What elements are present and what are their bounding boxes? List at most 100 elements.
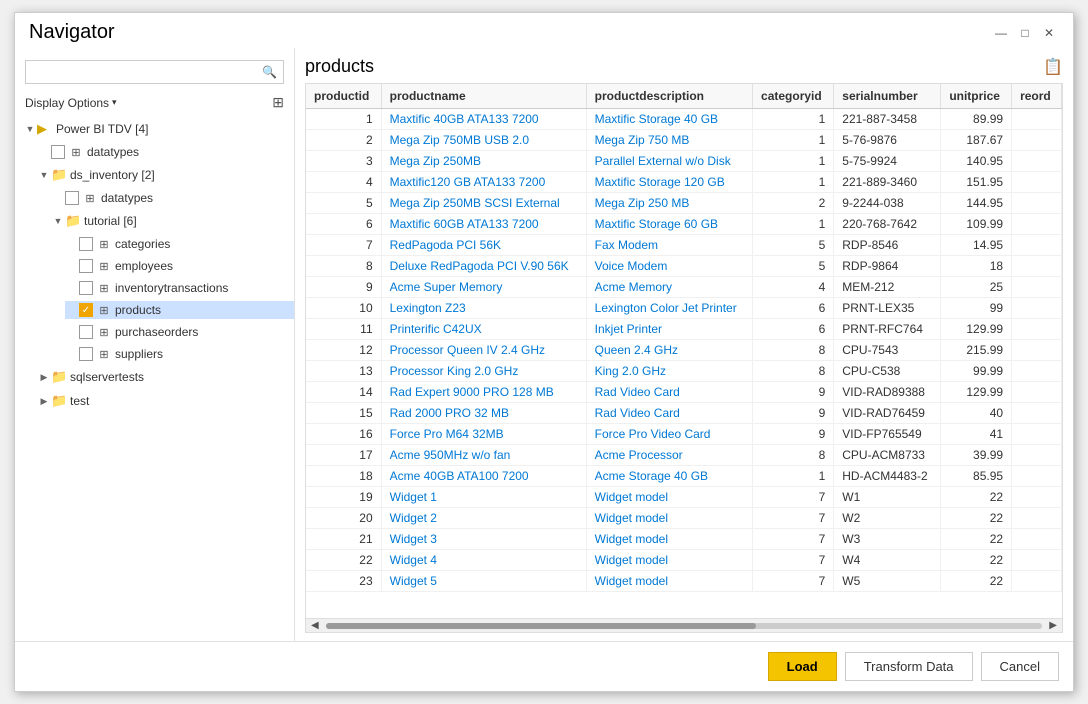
bottom-bar: Load Transform Data Cancel — [15, 641, 1073, 691]
checkbox-datatypes2[interactable] — [65, 191, 79, 205]
cell-16-0: 17 — [306, 445, 381, 466]
table-row: 18Acme 40GB ATA100 7200Acme Storage 40 G… — [306, 466, 1062, 487]
cell-4-6 — [1012, 193, 1062, 214]
horizontal-scrollbar[interactable]: ◀ ▶ — [306, 618, 1062, 632]
cell-2-3: 1 — [753, 151, 834, 172]
cell-12-3: 8 — [753, 361, 834, 382]
folder-icon-ds-inventory: 📁 — [51, 167, 67, 183]
cell-19-0: 20 — [306, 508, 381, 529]
checkbox-suppliers[interactable] — [79, 347, 93, 361]
display-options-button[interactable]: Display Options ▾ — [25, 96, 117, 110]
checkbox-purchaseorders[interactable] — [79, 325, 93, 339]
cell-14-0: 15 — [306, 403, 381, 424]
tree-row-ds-inventory[interactable]: ▼ 📁 ds_inventory [2] — [37, 165, 294, 185]
cell-8-5: 25 — [941, 277, 1012, 298]
col-productid: productid — [306, 84, 381, 109]
minimize-button[interactable]: — — [991, 23, 1011, 43]
cell-0-3: 1 — [753, 109, 834, 130]
table-row: 22Widget 4Widget model7W422 — [306, 550, 1062, 571]
preview-table: productid productname productdescription… — [306, 84, 1062, 592]
tree-row-datatypes1[interactable]: ⊞ datatypes — [37, 143, 294, 161]
cell-3-6 — [1012, 172, 1062, 193]
cell-17-1: Acme 40GB ATA100 7200 — [381, 466, 586, 487]
cell-19-4: W2 — [834, 508, 941, 529]
cell-18-0: 19 — [306, 487, 381, 508]
tree-row-categories[interactable]: ⊞ categories — [65, 235, 294, 253]
tree-row-purchaseorders[interactable]: ⊞ purchaseorders — [65, 323, 294, 341]
table-header-row: productid productname productdescription… — [306, 84, 1062, 109]
transform-data-button[interactable]: Transform Data — [845, 652, 973, 681]
options-bar: Display Options ▾ ⊞ — [15, 92, 294, 117]
tree-item-inventorytransactions: ⊞ inventorytransactions — [15, 277, 294, 299]
cell-1-0: 2 — [306, 130, 381, 151]
search-icon[interactable]: 🔍 — [256, 61, 283, 83]
tree-row-inventorytransactions[interactable]: ⊞ inventorytransactions — [65, 279, 294, 297]
cell-8-4: MEM-212 — [834, 277, 941, 298]
cell-2-5: 140.95 — [941, 151, 1012, 172]
tree-row-root[interactable]: ▼ ▶ Power BI TDV [4] — [23, 119, 294, 139]
checkbox-inventorytransactions[interactable] — [79, 281, 93, 295]
tree-row-suppliers[interactable]: ⊞ suppliers — [65, 345, 294, 363]
cell-2-6 — [1012, 151, 1062, 172]
expander-ds-inventory: ▼ — [37, 170, 51, 180]
tree-label-tutorial: tutorial [6] — [84, 214, 137, 228]
tree-item-datatypes2: ⊞ datatypes — [15, 187, 294, 209]
cancel-button[interactable]: Cancel — [981, 652, 1059, 681]
checkbox-products[interactable]: ✓ — [79, 303, 93, 317]
table-row: 7RedPagoda PCI 56KFax Modem5RDP-854614.9… — [306, 235, 1062, 256]
cell-22-2: Widget model — [586, 571, 752, 592]
cell-9-2: Lexington Color Jet Printer — [586, 298, 752, 319]
tree-item-products: ✓ ⊞ products — [15, 299, 294, 321]
download-icon[interactable]: 📋 — [1043, 57, 1063, 77]
tree-row-sqlservertests[interactable]: ▶ 📁 sqlservertests — [37, 367, 294, 387]
tree-row-datatypes2[interactable]: ⊞ datatypes — [51, 189, 294, 207]
search-input[interactable] — [26, 61, 256, 83]
cell-18-3: 7 — [753, 487, 834, 508]
table-scroll[interactable]: productid productname productdescription… — [306, 84, 1062, 618]
cell-6-4: RDP-8546 — [834, 235, 941, 256]
table-row: 5Mega Zip 250MB SCSI ExternalMega Zip 25… — [306, 193, 1062, 214]
table-row: 20Widget 2Widget model7W222 — [306, 508, 1062, 529]
checkbox-employees[interactable] — [79, 259, 93, 273]
table-icon-datatypes2: ⊞ — [82, 192, 98, 205]
table-row: 1Maxtific 40GB ATA133 7200Maxtific Stora… — [306, 109, 1062, 130]
maximize-button[interactable]: □ — [1015, 23, 1035, 43]
close-button[interactable]: ✕ — [1039, 23, 1059, 43]
navigator-dialog: Navigator — □ ✕ 🔍 Display Options ▾ ⊞ — [14, 12, 1074, 692]
cell-5-1: Maxtific 60GB ATA133 7200 — [381, 214, 586, 235]
tree-row-employees[interactable]: ⊞ employees — [65, 257, 294, 275]
cell-0-0: 1 — [306, 109, 381, 130]
cell-10-1: Printerific C42UX — [381, 319, 586, 340]
cell-5-5: 109.99 — [941, 214, 1012, 235]
cell-18-4: W1 — [834, 487, 941, 508]
table-icon-categories: ⊞ — [96, 238, 112, 251]
col-unitprice: unitprice — [941, 84, 1012, 109]
new-source-icon[interactable]: ⊞ — [272, 94, 284, 111]
tree-row-products[interactable]: ✓ ⊞ products — [65, 301, 294, 319]
cell-1-2: Mega Zip 750 MB — [586, 130, 752, 151]
col-productname: productname — [381, 84, 586, 109]
tree-label-suppliers: suppliers — [115, 347, 163, 361]
cell-13-0: 14 — [306, 382, 381, 403]
tree-row-tutorial[interactable]: ▼ 📁 tutorial [6] — [51, 211, 294, 231]
checkbox-categories[interactable] — [79, 237, 93, 251]
tree-item-datatypes1: ⊞ datatypes — [15, 141, 294, 163]
title-bar: Navigator — □ ✕ — [15, 13, 1073, 48]
cell-19-5: 22 — [941, 508, 1012, 529]
table-row: 13Processor King 2.0 GHzKing 2.0 GHz8CPU… — [306, 361, 1062, 382]
scroll-right-arrow[interactable]: ▶ — [1046, 620, 1060, 631]
scroll-left-arrow[interactable]: ◀ — [308, 620, 322, 631]
col-productdescription: productdescription — [586, 84, 752, 109]
tree-label-inventorytransactions: inventorytransactions — [115, 281, 228, 295]
tree-row-test[interactable]: ▶ 📁 test — [37, 391, 294, 411]
checkbox-datatypes1[interactable] — [51, 145, 65, 159]
cell-15-0: 16 — [306, 424, 381, 445]
cell-11-3: 8 — [753, 340, 834, 361]
cell-18-6 — [1012, 487, 1062, 508]
table-row: 21Widget 3Widget model7W322 — [306, 529, 1062, 550]
tree-label-root: Power BI TDV [4] — [56, 122, 148, 136]
cell-2-4: 5-75-9924 — [834, 151, 941, 172]
cell-7-6 — [1012, 256, 1062, 277]
load-button[interactable]: Load — [768, 652, 837, 681]
col-serialnumber: serialnumber — [834, 84, 941, 109]
